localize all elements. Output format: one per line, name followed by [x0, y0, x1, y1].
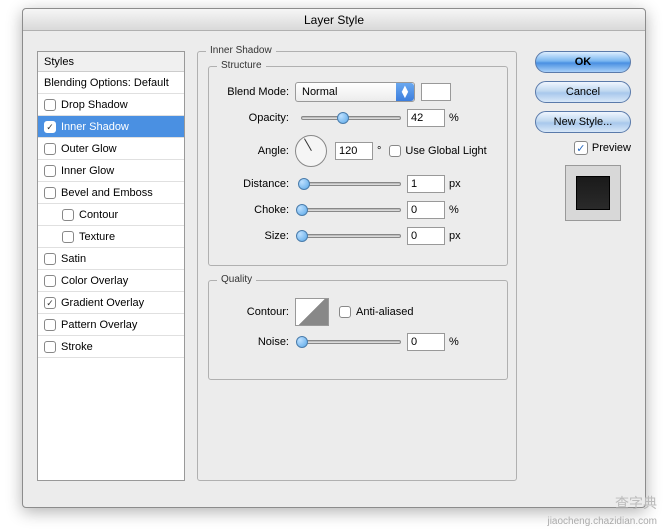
style-item-contour[interactable]: Contour [38, 204, 184, 226]
choke-label: Choke: [217, 204, 295, 216]
inner-shadow-title: Inner Shadow [206, 45, 276, 56]
style-item-satin[interactable]: Satin [38, 248, 184, 270]
style-item-gradient-overlay[interactable]: Gradient Overlay [38, 292, 184, 314]
structure-title: Structure [217, 60, 266, 71]
chevron-updown-icon: ▲▼ [396, 83, 414, 101]
style-item-inner-shadow[interactable]: Inner Shadow [38, 116, 184, 138]
style-label: Drop Shadow [61, 94, 128, 116]
style-item-bevel-and-emboss[interactable]: Bevel and Emboss [38, 182, 184, 204]
window-title: Layer Style [23, 9, 645, 31]
size-unit: px [449, 230, 461, 242]
style-label: Outer Glow [61, 138, 117, 160]
angle-input[interactable]: 120 [335, 142, 373, 160]
angle-dial[interactable] [295, 135, 327, 167]
styles-header[interactable]: Styles [38, 52, 184, 72]
layer-style-dialog: Layer Style Styles Blending Options: Def… [22, 8, 646, 508]
style-label: Stroke [61, 336, 93, 358]
choke-input[interactable]: 0 [407, 201, 445, 219]
ok-button[interactable]: OK [535, 51, 631, 73]
inner-shadow-panel: Inner Shadow Structure Blend Mode: Norma… [197, 51, 517, 481]
blending-options-label: Blending Options: Default [44, 72, 169, 94]
quality-title: Quality [217, 274, 256, 285]
style-checkbox[interactable] [44, 143, 56, 155]
style-item-inner-glow[interactable]: Inner Glow [38, 160, 184, 182]
style-checkbox[interactable] [44, 297, 56, 309]
style-label: Gradient Overlay [61, 292, 144, 314]
opacity-slider[interactable] [301, 116, 401, 120]
preview-swatch [565, 165, 621, 221]
blend-mode-select[interactable]: Normal ▲▼ [295, 82, 415, 102]
style-checkbox[interactable] [44, 275, 56, 287]
button-column: OK Cancel New Style... Preview [535, 51, 631, 221]
preview-label: Preview [592, 142, 631, 154]
style-item-color-overlay[interactable]: Color Overlay [38, 270, 184, 292]
size-slider[interactable] [301, 234, 401, 238]
blend-mode-label: Blend Mode: [217, 86, 295, 98]
new-style-button[interactable]: New Style... [535, 111, 631, 133]
style-label: Color Overlay [61, 270, 128, 292]
quality-fieldset: Quality Contour: Anti-aliased Noise: 0 % [208, 280, 508, 380]
contour-label: Contour: [217, 306, 295, 318]
distance-label: Distance: [217, 178, 295, 190]
preview-thumbnail [576, 176, 610, 210]
angle-unit: ° [377, 145, 381, 157]
styles-panel: Styles Blending Options: Default Drop Sh… [37, 51, 185, 481]
style-label: Bevel and Emboss [61, 182, 153, 204]
style-item-pattern-overlay[interactable]: Pattern Overlay [38, 314, 184, 336]
structure-fieldset: Structure Blend Mode: Normal ▲▼ Opacity: [208, 66, 508, 266]
choke-slider[interactable] [301, 208, 401, 212]
opacity-input[interactable]: 42 [407, 109, 445, 127]
shadow-color-swatch[interactable] [421, 83, 451, 101]
style-item-texture[interactable]: Texture [38, 226, 184, 248]
style-checkbox[interactable] [44, 341, 56, 353]
style-label: Contour [79, 204, 118, 226]
noise-input[interactable]: 0 [407, 333, 445, 351]
watermark-logo: 查字典 [615, 493, 657, 513]
style-label: Inner Glow [61, 160, 114, 182]
noise-slider[interactable] [301, 340, 401, 344]
style-checkbox[interactable] [44, 121, 56, 133]
style-label: Texture [79, 226, 115, 248]
size-label: Size: [217, 230, 295, 242]
antialias-label: Anti-aliased [356, 306, 413, 318]
global-light-checkbox[interactable] [389, 145, 401, 157]
style-checkbox[interactable] [62, 209, 74, 221]
global-light-label: Use Global Light [405, 145, 486, 157]
choke-unit: % [449, 204, 459, 216]
style-label: Pattern Overlay [61, 314, 137, 336]
style-checkbox[interactable] [44, 253, 56, 265]
cancel-button[interactable]: Cancel [535, 81, 631, 103]
opacity-unit: % [449, 112, 459, 124]
distance-slider[interactable] [301, 182, 401, 186]
distance-unit: px [449, 178, 461, 190]
style-item-drop-shadow[interactable]: Drop Shadow [38, 94, 184, 116]
style-item-stroke[interactable]: Stroke [38, 336, 184, 358]
style-checkbox[interactable] [44, 99, 56, 111]
style-label: Inner Shadow [61, 116, 129, 138]
style-checkbox[interactable] [44, 165, 56, 177]
blending-options-item[interactable]: Blending Options: Default [38, 72, 184, 94]
style-checkbox[interactable] [44, 319, 56, 331]
style-checkbox[interactable] [44, 187, 56, 199]
noise-label: Noise: [217, 336, 295, 348]
opacity-label: Opacity: [217, 112, 295, 124]
style-item-outer-glow[interactable]: Outer Glow [38, 138, 184, 160]
style-label: Satin [61, 248, 86, 270]
distance-input[interactable]: 1 [407, 175, 445, 193]
angle-label: Angle: [217, 145, 295, 157]
dialog-content: Styles Blending Options: Default Drop Sh… [23, 31, 645, 507]
watermark-url: jiaocheng.chazidian.com [547, 516, 657, 527]
antialias-checkbox[interactable] [339, 306, 351, 318]
blend-mode-value: Normal [302, 86, 337, 98]
contour-picker[interactable] [295, 298, 329, 326]
noise-unit: % [449, 336, 459, 348]
preview-checkbox[interactable] [574, 141, 588, 155]
size-input[interactable]: 0 [407, 227, 445, 245]
style-checkbox[interactable] [62, 231, 74, 243]
